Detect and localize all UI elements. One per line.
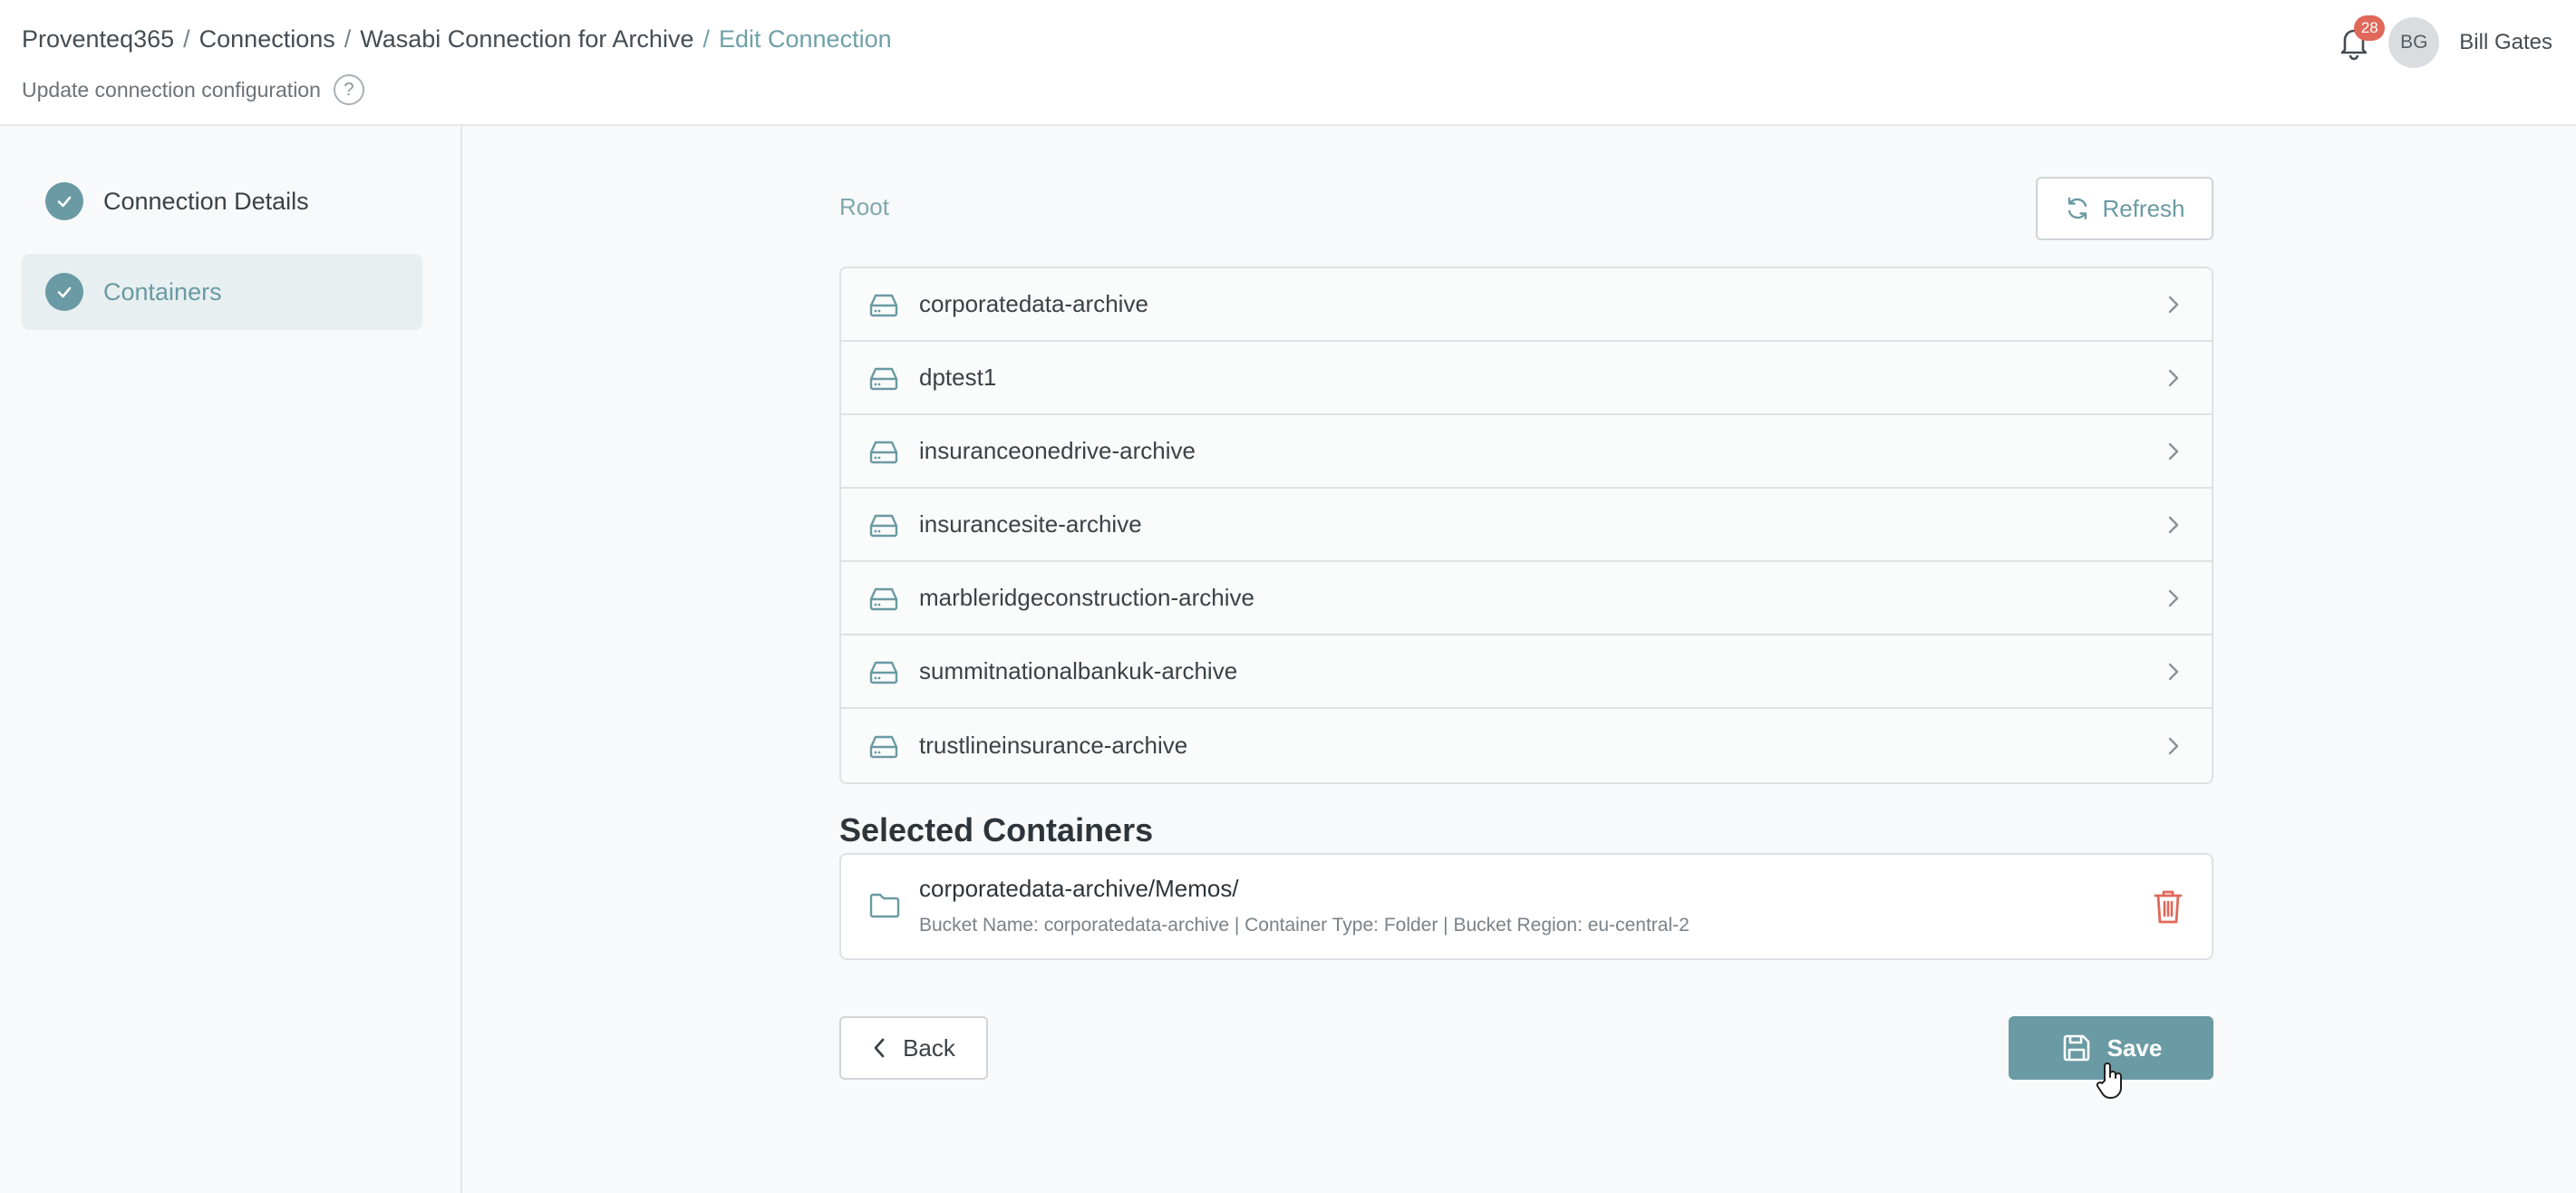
list-item[interactable]: trustlineinsurance-archive [841, 709, 2212, 782]
list-item[interactable]: insuranceonedrive-archive [841, 415, 2212, 489]
chevron-right-icon [2155, 588, 2192, 608]
list-item[interactable]: corporatedata-archive [841, 268, 2212, 342]
step-label: Containers [103, 277, 222, 306]
back-label: Back [903, 1033, 955, 1062]
bucket-drive-icon [869, 514, 898, 537]
save-label: Save [2106, 1033, 2163, 1062]
notifications-button[interactable]: 28 [2332, 15, 2386, 64]
chevron-right-icon [2155, 295, 2192, 315]
bucket-drive-icon [869, 441, 898, 463]
check-circle-icon [45, 273, 83, 311]
step-containers[interactable]: Containers [22, 254, 422, 330]
container-name: corporatedata-archive [919, 290, 1148, 317]
check-circle-icon [45, 182, 83, 220]
container-name: trustlineinsurance-archive [919, 732, 1188, 759]
bucket-drive-icon [869, 294, 898, 316]
selected-container-details: Bucket Name: corporatedata-archive | Con… [919, 915, 1690, 936]
subtitle-text: Update connection configuration [22, 77, 321, 102]
hand-pointer-cursor-icon [2096, 1062, 2122, 1099]
chevron-right-icon [2155, 736, 2192, 756]
header-actions: 28 BG Bill Gates [2332, 15, 2552, 69]
chevron-left-icon [874, 1038, 885, 1058]
bucket-drive-icon [869, 587, 898, 610]
container-list: corporatedata-archive dptest1 insuranceo… [839, 267, 2213, 784]
question-circle-icon[interactable]: ? [333, 74, 364, 105]
list-item[interactable]: summitnationalbankuk-archive [841, 635, 2212, 709]
list-item[interactable]: insurancesite-archive [841, 489, 2212, 562]
container-name: marbleridgeconstruction-archive [919, 584, 1254, 611]
breadcrumb-item-home[interactable]: Proventeq365 [22, 25, 174, 53]
step-label: Connection Details [103, 187, 309, 215]
container-name: dptest1 [919, 364, 997, 391]
trash-icon[interactable] [2152, 887, 2184, 926]
breadcrumb-item-connection[interactable]: Wasabi Connection for Archive [360, 25, 693, 53]
avatar[interactable]: BG [2388, 17, 2440, 68]
page-subtitle: Update connection configuration ? [22, 74, 364, 105]
chevron-right-icon [2155, 662, 2192, 682]
refresh-icon [2068, 197, 2087, 220]
container-name: summitnationalbankuk-archive [919, 657, 1238, 684]
page-header: Proventeq365 / Connections / Wasabi Conn… [0, 0, 2576, 126]
bucket-drive-icon [869, 367, 898, 390]
refresh-button[interactable]: Refresh [2036, 177, 2213, 240]
root-breadcrumb[interactable]: Root [839, 193, 889, 221]
selected-container-card: corporatedata-archive/Memos/ Bucket Name… [839, 853, 2213, 960]
list-item[interactable]: dptest1 [841, 342, 2212, 415]
chevron-right-icon [2155, 515, 2192, 535]
wizard-steps-sidebar: Connection Details Containers [0, 126, 462, 1193]
list-item[interactable]: marbleridgeconstruction-archive [841, 562, 2212, 635]
breadcrumb-separator: / [183, 25, 190, 53]
bucket-drive-icon [869, 735, 898, 758]
selected-containers-heading: Selected Containers [839, 811, 1154, 849]
breadcrumb-current: Edit Connection [718, 25, 892, 53]
container-name: insuranceonedrive-archive [919, 437, 1196, 464]
user-name[interactable]: Bill Gates [2459, 30, 2552, 55]
breadcrumb: Proventeq365 / Connections / Wasabi Conn… [22, 25, 892, 53]
refresh-label: Refresh [2102, 194, 2185, 222]
notification-count-badge: 28 [2354, 15, 2386, 41]
container-name: insurancesite-archive [919, 510, 1142, 538]
bucket-drive-icon [869, 661, 898, 684]
save-icon [2063, 1034, 2089, 1062]
breadcrumb-separator: / [702, 25, 710, 53]
back-button[interactable]: Back [839, 1016, 988, 1080]
step-connection-details[interactable]: Connection Details [22, 163, 422, 239]
selected-container-path: corporatedata-archive/Memos/ [919, 875, 1239, 902]
chevron-right-icon [2155, 368, 2192, 388]
breadcrumb-separator: / [344, 25, 352, 53]
breadcrumb-item-connections[interactable]: Connections [199, 25, 335, 53]
folder-icon [869, 893, 900, 918]
chevron-right-icon [2155, 441, 2192, 461]
